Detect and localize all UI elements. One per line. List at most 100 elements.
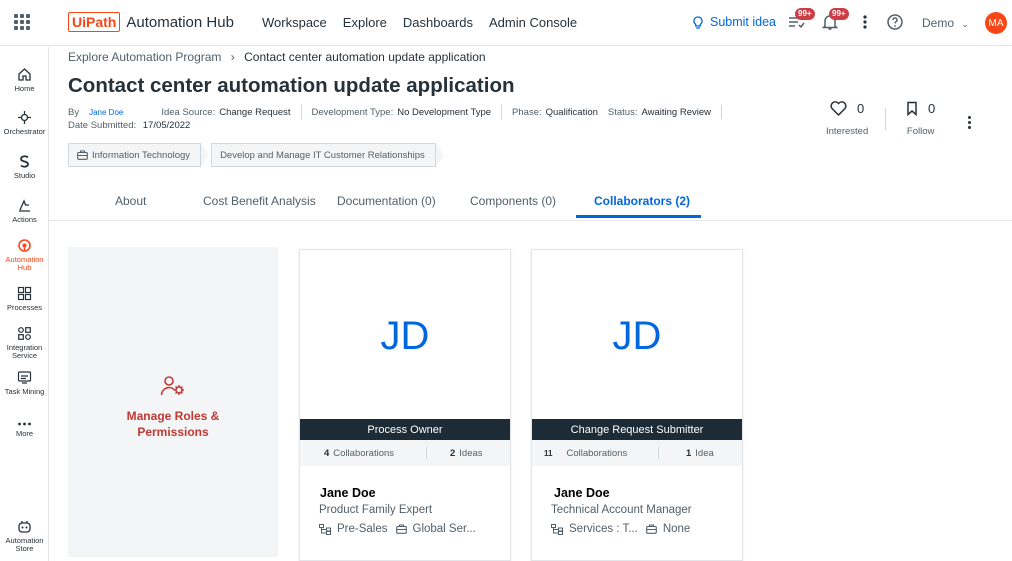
idea-more-options-icon[interactable] xyxy=(964,116,974,132)
rail-label: Studio xyxy=(13,171,36,180)
orchestrator-icon xyxy=(18,111,31,124)
submit-idea-label: Submit idea xyxy=(710,15,777,29)
tab-documentation[interactable]: Documentation (0) xyxy=(337,194,436,208)
date-submitted-value: 17/05/2022 xyxy=(142,120,191,131)
automation-hub-icon xyxy=(18,239,31,252)
briefcase-icon xyxy=(645,524,657,534)
tasks-badge: 99+ xyxy=(795,8,815,20)
rail-label: Automation Hub xyxy=(5,255,44,272)
org-chart-icon xyxy=(551,523,563,535)
app-launcher-icon[interactable] xyxy=(14,14,30,30)
divider xyxy=(721,105,723,119)
breadcrumb-current: Contact center automation update applica… xyxy=(244,50,486,64)
collaborator-counts: 11 Collaborations 1 Idea xyxy=(532,440,742,466)
help-icon xyxy=(887,14,903,30)
kebab-icon xyxy=(863,15,867,29)
lightbulb-icon xyxy=(693,15,703,29)
left-rail: Home Orchestrator Studio Actions Automat… xyxy=(0,47,49,561)
rail-item-task-mining[interactable]: Task Mining xyxy=(0,370,49,396)
tab-components[interactable]: Components (0) xyxy=(470,194,556,208)
follow-button[interactable]: 0 xyxy=(906,101,935,116)
app-name: Automation Hub xyxy=(126,13,234,31)
collaborator-role: Process Owner xyxy=(300,419,510,440)
heart-icon xyxy=(830,101,847,116)
integration-service-icon xyxy=(18,327,31,340)
rail-item-home[interactable]: Home xyxy=(0,67,49,93)
divider xyxy=(658,447,659,459)
more-options-button[interactable] xyxy=(860,13,870,33)
task-mining-icon xyxy=(17,371,32,384)
page-title: Contact center automation update applica… xyxy=(68,74,515,97)
notifications-button[interactable]: 99+ xyxy=(821,8,849,33)
subcategory-tag[interactable]: Develop and Manage IT Customer Relations… xyxy=(211,143,436,167)
studio-icon xyxy=(20,155,29,168)
interested-stat: 0 Interested xyxy=(826,101,868,137)
rail-item-automation-store[interactable]: Automation Store xyxy=(0,519,49,553)
tenant-selector[interactable]: Demo ⌄ xyxy=(922,16,969,30)
collaborator-card[interactable]: JD Change Request Submitter 11 Collaborat… xyxy=(531,249,743,561)
nav-admin-console[interactable]: Admin Console xyxy=(489,15,577,30)
follow-count: 0 xyxy=(928,101,936,116)
collaborator-card[interactable]: JD Process Owner 4 Collaborations 2 Ideas … xyxy=(299,249,511,561)
automation-store-icon xyxy=(18,521,31,533)
nav-workspace[interactable]: Workspace xyxy=(262,15,327,30)
rail-item-integration-service[interactable]: Integration Service xyxy=(0,326,49,360)
rail-item-orchestrator[interactable]: Orchestrator xyxy=(0,110,49,136)
ideas-count: 1 Idea xyxy=(686,448,714,459)
rail-item-more[interactable]: More xyxy=(0,421,49,438)
manage-roles-label: Manage Roles & Permissions xyxy=(126,409,220,439)
actions-icon xyxy=(19,199,30,212)
author-link[interactable]: Jane Doe xyxy=(89,108,123,117)
idea-source-label: Idea Source: xyxy=(161,106,216,118)
idea-meta: By Jane Doe Idea Source: Change Request … xyxy=(68,105,732,119)
rail-item-automation-hub[interactable]: Automation Hub xyxy=(0,238,49,272)
help-button[interactable] xyxy=(886,13,906,33)
rail-label: Task Mining xyxy=(4,387,45,396)
notifications-badge: 99+ xyxy=(829,8,849,20)
collaborations-count: 11 Collaborations xyxy=(544,448,628,459)
nav-dashboards[interactable]: Dashboards xyxy=(403,15,473,30)
interested-button[interactable]: 0 xyxy=(826,101,868,116)
rail-label: Actions xyxy=(12,215,37,224)
tenant-label: Demo xyxy=(922,16,955,30)
submit-idea-button[interactable]: Submit idea xyxy=(692,15,776,29)
interested-label: Interested xyxy=(826,126,869,137)
collaborations-count: 4 Collaborations xyxy=(324,448,395,459)
tab-cost-benefit-analysis[interactable]: Cost Benefit Analysis xyxy=(203,194,316,208)
collaborator-counts: 4 Collaborations 2 Ideas xyxy=(300,440,510,466)
ideas-count: 2 Ideas xyxy=(450,448,483,459)
development-type-label: Development Type: xyxy=(311,106,394,118)
manage-roles-button[interactable]: Manage Roles & Permissions xyxy=(68,247,278,557)
subcategory-label: Develop and Manage IT Customer Relations… xyxy=(220,149,425,161)
collaborator-job-title: Product Family Expert xyxy=(319,504,433,516)
rail-item-processes[interactable]: Processes xyxy=(0,286,49,312)
processes-icon xyxy=(17,286,32,301)
breadcrumb: Explore Automation Program › Contact cen… xyxy=(68,50,486,64)
user-avatar[interactable]: MA xyxy=(985,12,1007,34)
divider xyxy=(426,447,427,459)
tab-about[interactable]: About xyxy=(115,194,146,208)
date-submitted-label: Date Submitted: xyxy=(68,120,137,131)
category-path: Information Technology Develop and Manag… xyxy=(68,143,444,167)
development-type-value: No Development Type xyxy=(397,106,492,118)
rail-label: More xyxy=(15,429,34,438)
phase-label: Phase: xyxy=(512,106,542,118)
tab-collaborators[interactable]: Collaborators (2) xyxy=(594,194,690,208)
rail-item-studio[interactable]: Studio xyxy=(0,154,49,180)
chevron-down-icon: ⌄ xyxy=(961,19,969,29)
manage-users-icon xyxy=(160,376,184,396)
chevron-right-icon xyxy=(201,143,210,167)
uipath-logo: UiPath xyxy=(68,12,121,32)
breadcrumb-parent-link[interactable]: Explore Automation Program xyxy=(68,50,221,64)
interested-count: 0 xyxy=(857,101,865,116)
stats-divider xyxy=(885,108,886,130)
tasks-button[interactable]: 99+ xyxy=(787,8,815,33)
collaborator-avatar-initials: JD xyxy=(612,314,662,358)
chevron-right-icon xyxy=(435,143,444,167)
rail-item-actions[interactable]: Actions xyxy=(0,198,49,224)
nav-explore[interactable]: Explore xyxy=(343,15,387,30)
collaborator-avatar-initials: JD xyxy=(380,314,430,358)
phase-value: Qualification xyxy=(545,106,598,118)
app-logo[interactable]: UiPath Automation Hub xyxy=(68,12,234,32)
category-tag[interactable]: Information Technology xyxy=(68,143,202,167)
